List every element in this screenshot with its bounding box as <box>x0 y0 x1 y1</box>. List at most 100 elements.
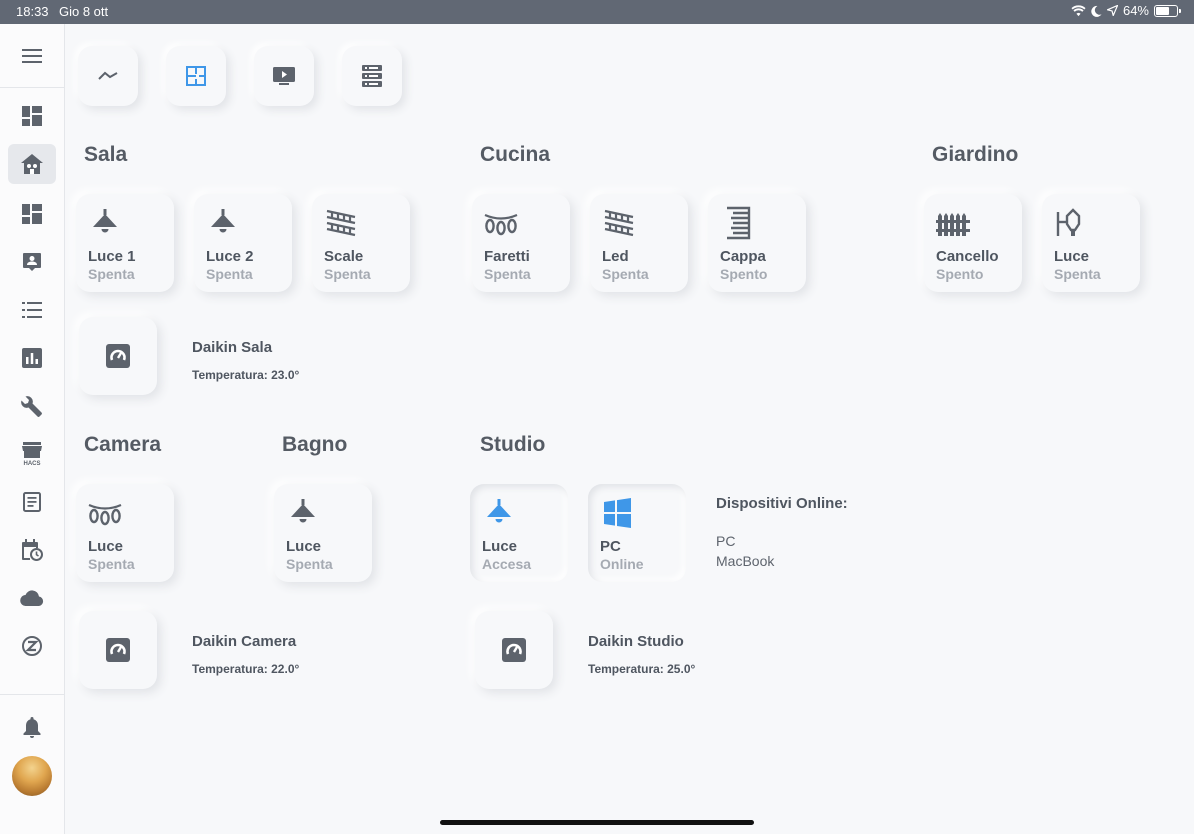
svg-text:HACS: HACS <box>23 461 40 466</box>
wrench-icon <box>21 396 42 417</box>
tile-camera-luce[interactable]: Luce Spenta <box>76 484 174 582</box>
view-button-floorplan[interactable] <box>166 46 226 106</box>
ceiling-light-icon <box>93 209 117 233</box>
tile-state: Spenta <box>286 556 333 572</box>
moon-icon <box>1091 5 1102 17</box>
tile-state: Spenta <box>88 266 135 282</box>
sidebar-item-history[interactable] <box>8 338 56 378</box>
air-conditioner-icon <box>106 638 130 662</box>
floor-plan-icon <box>186 66 206 86</box>
chart-bar-icon <box>22 348 42 368</box>
home-floorplan-icon <box>21 154 43 174</box>
tile-name: Cappa <box>720 248 766 265</box>
view-button-server[interactable] <box>342 46 402 106</box>
account-box-icon <box>23 253 41 271</box>
sidebar-item-cloud[interactable] <box>8 578 56 618</box>
tile-state: Spenta <box>1054 266 1101 282</box>
tile-cucina-faretti[interactable]: Faretti Spenta <box>472 194 570 292</box>
climate-temp-studio: Temperatura: 25.0° <box>588 662 696 676</box>
bell-icon <box>23 717 41 738</box>
tile-bagno-luce[interactable]: Luce Spenta <box>274 484 372 582</box>
windows-icon <box>604 498 631 528</box>
climate-button-sala[interactable] <box>79 317 157 395</box>
climate-name-camera: Daikin Camera <box>192 633 297 650</box>
outdoor-lamp-icon <box>1056 208 1081 236</box>
tile-sala-luce-2[interactable]: Luce 2 Spenta <box>194 194 292 292</box>
tile-state: Accesa <box>482 556 532 572</box>
climate-name-sala: Daikin Sala <box>192 339 273 356</box>
ceiling-light-icon <box>211 209 235 233</box>
section-title-cucina: Cucina <box>480 143 551 166</box>
clock-time: 18:33 <box>16 4 49 19</box>
hamburger-menu-icon <box>22 48 42 63</box>
led-strip-icon <box>326 209 356 237</box>
climate-button-studio[interactable] <box>475 611 553 689</box>
format-list-icon <box>22 302 42 318</box>
tile-state: Spenta <box>88 556 135 572</box>
sidebar-item-calendar[interactable] <box>8 530 56 570</box>
sidebar-item-developer-tools[interactable] <box>8 386 56 426</box>
air-conditioner-icon <box>106 344 130 368</box>
view-button-collapse[interactable] <box>78 46 138 106</box>
clock-date: Gio 8 ott <box>59 4 109 19</box>
menu-button[interactable] <box>0 24 64 88</box>
tile-name: Led <box>602 248 629 265</box>
tile-cucina-led[interactable]: Led Spenta <box>590 194 688 292</box>
range-hood-icon <box>727 206 751 240</box>
tile-name: Luce <box>482 538 518 555</box>
battery-percent: 64% <box>1122 3 1149 18</box>
section-title-studio: Studio <box>480 433 546 456</box>
view-button-media[interactable] <box>254 46 314 106</box>
server-icon <box>362 65 382 87</box>
tile-studio-pc[interactable]: PC Online <box>588 484 686 582</box>
tile-state: Spenta <box>602 266 649 282</box>
home-indicator[interactable] <box>440 820 754 825</box>
tile-giardino-cancello[interactable]: Cancello Spento <box>924 194 1022 292</box>
sidebar-item-dashboard[interactable] <box>8 194 56 234</box>
battery-icon <box>1154 4 1181 17</box>
sidebar-item-home[interactable] <box>8 144 56 184</box>
tile-giardino-luce[interactable]: Luce Spenta <box>1042 194 1140 292</box>
tv-play-icon <box>273 67 295 85</box>
section-title-bagno: Bagno <box>282 433 348 456</box>
online-device-item: MacBook <box>716 553 775 569</box>
cloud-icon <box>20 590 44 606</box>
led-strip-icon <box>604 209 634 237</box>
sidebar-item-logbook[interactable] <box>8 482 56 522</box>
climate-temp-sala: Temperatura: 23.0° <box>192 368 300 382</box>
tile-state: Spenta <box>484 266 531 282</box>
tile-studio-luce[interactable]: Luce Accesa <box>470 484 568 582</box>
tile-sala-scale[interactable]: Scale Spenta <box>312 194 410 292</box>
hacs-store-icon: HACS <box>22 442 42 466</box>
tile-name: Cancello <box>936 248 999 265</box>
dashboard-icon <box>22 106 42 126</box>
string-lights-icon <box>88 503 122 526</box>
tile-state: Spento <box>936 266 984 282</box>
tile-name: Faretti <box>484 248 530 265</box>
tile-state: Spenta <box>324 266 371 282</box>
sidebar-item-hacs[interactable]: HACS <box>8 434 56 474</box>
sidebar: HACS <box>0 24 65 834</box>
ceiling-light-icon <box>291 499 315 523</box>
tile-cucina-cappa[interactable]: Cappa Spento <box>708 194 806 292</box>
tile-name: Luce 1 <box>88 248 136 265</box>
tile-name: Luce <box>88 538 124 555</box>
online-device-item: PC <box>716 533 736 549</box>
climate-temp-camera: Temperatura: 22.0° <box>192 662 300 676</box>
climate-button-camera[interactable] <box>79 611 157 689</box>
sidebar-divider <box>0 694 64 695</box>
climate-name-studio: Daikin Studio <box>588 633 684 650</box>
ios-status-bar: 18:33 Gio 8 ott 64% <box>0 0 1194 24</box>
sidebar-item-notifications[interactable] <box>8 708 56 748</box>
sidebar-item-overview[interactable] <box>8 96 56 136</box>
tile-state: Spenta <box>206 266 253 282</box>
tile-sala-luce-1[interactable]: Luce 1 Spenta <box>76 194 174 292</box>
string-lights-icon <box>484 213 518 236</box>
sidebar-item-list[interactable] <box>8 290 56 330</box>
sidebar-item-zwave[interactable] <box>8 626 56 666</box>
logbook-icon <box>23 492 41 512</box>
sidebar-item-persons[interactable] <box>8 242 56 282</box>
air-conditioner-icon <box>502 638 526 662</box>
status-indicators: 64% <box>1071 3 1181 18</box>
avatar[interactable] <box>12 756 52 796</box>
